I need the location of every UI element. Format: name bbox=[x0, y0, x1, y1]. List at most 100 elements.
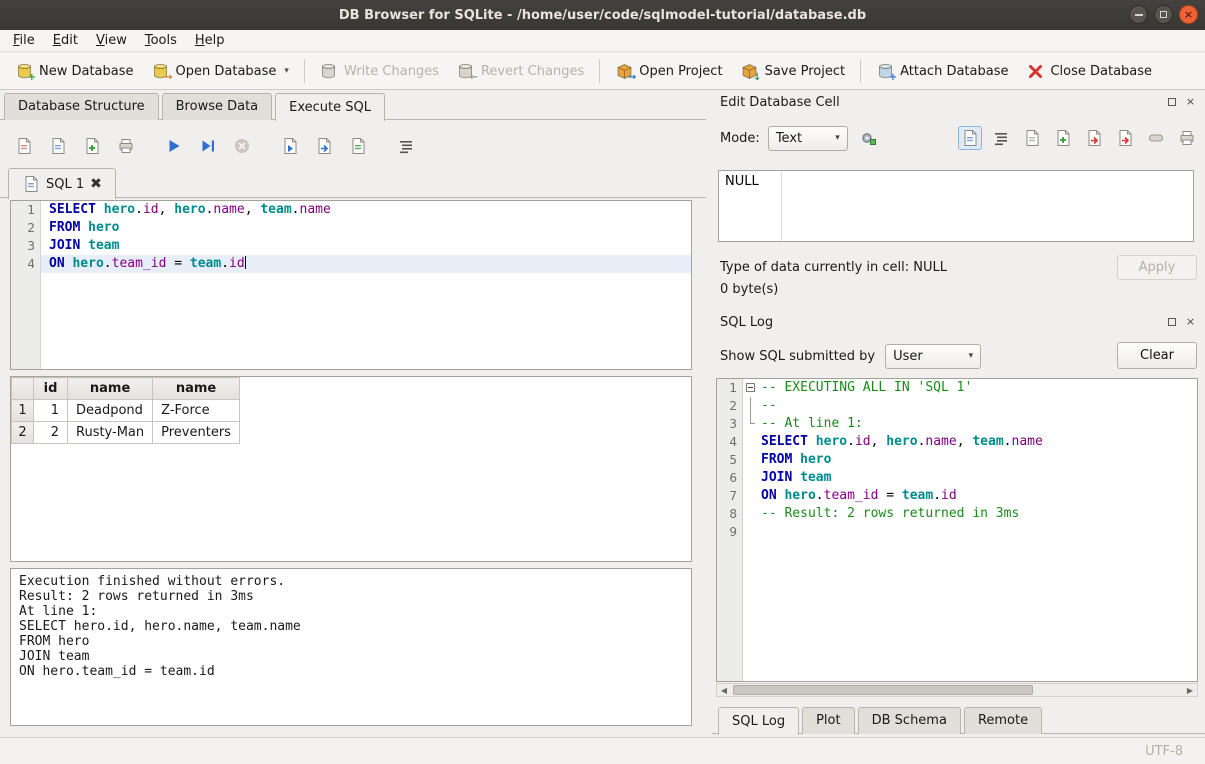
row-header[interactable]: 1 bbox=[12, 400, 34, 422]
print-sql-button[interactable] bbox=[112, 133, 140, 159]
save-project-button[interactable]: ↓Save Project bbox=[732, 57, 855, 85]
tab-database-structure[interactable]: Database Structure bbox=[4, 93, 159, 120]
tab-execute-sql[interactable]: Execute SQL bbox=[275, 93, 385, 121]
save-sql-file-button[interactable] bbox=[44, 133, 72, 159]
dock-tab-plot[interactable]: Plot bbox=[802, 707, 855, 734]
edit-cell-header: Edit Database Cell bbox=[720, 92, 840, 112]
row-header[interactable]: 2 bbox=[12, 422, 34, 444]
table-cell[interactable]: Rusty-Man bbox=[68, 422, 153, 444]
attach-database-button[interactable]: +Attach Database bbox=[867, 57, 1017, 85]
print-cell-button[interactable] bbox=[1175, 126, 1199, 150]
titlebar: DB Browser for SQLite - /home/user/code/… bbox=[0, 0, 1205, 30]
fold-collapse-icon[interactable] bbox=[746, 383, 755, 392]
message-line: SELECT hero.id, hero.name, team.name bbox=[19, 619, 683, 634]
menu-view[interactable]: View bbox=[87, 31, 136, 50]
scroll-right-icon[interactable]: ▶ bbox=[1183, 686, 1197, 695]
sql-tab[interactable]: SQL 1 ✖ bbox=[8, 168, 116, 199]
export-results-button[interactable] bbox=[310, 133, 338, 159]
attach-database-label: Attach Database bbox=[900, 64, 1008, 79]
execute-current-line-button[interactable] bbox=[194, 133, 222, 159]
write-changes-icon bbox=[320, 62, 338, 80]
line-number: 1 bbox=[11, 201, 41, 219]
dock-tab-db-schema[interactable]: DB Schema bbox=[858, 707, 961, 734]
cell-mode-row: Mode: Text ▾ bbox=[720, 124, 880, 152]
format-sql-button[interactable] bbox=[392, 133, 420, 159]
log-horizontal-scrollbar[interactable]: ◀ ▶ bbox=[716, 683, 1198, 697]
table-cell[interactable]: Deadpond bbox=[68, 400, 153, 422]
clear-log-button[interactable]: Clear bbox=[1117, 342, 1197, 369]
log-line: 8-- Result: 2 rows returned in 3ms bbox=[717, 505, 1197, 523]
scrollbar-thumb[interactable] bbox=[733, 685, 1033, 695]
table-cell[interactable]: Preventers bbox=[153, 422, 240, 444]
table-cell[interactable]: 1 bbox=[34, 400, 68, 422]
import-cell-data-button[interactable] bbox=[1082, 126, 1106, 150]
open-database-button[interactable]: →Open Database▾ bbox=[143, 57, 298, 85]
log-line: 7ON hero.team_id = team.id bbox=[717, 487, 1197, 505]
log-line: 1-- EXECUTING ALL IN 'SQL 1' bbox=[717, 379, 1197, 397]
set-null-button[interactable] bbox=[1144, 126, 1168, 150]
dock-tab-sql-log[interactable]: SQL Log bbox=[718, 707, 799, 735]
new-database-button[interactable]: +New Database bbox=[6, 57, 143, 85]
copy-cell-button[interactable] bbox=[1020, 126, 1044, 150]
save-sql-file-as-button[interactable] bbox=[78, 133, 106, 159]
sql-editor[interactable]: 1SELECT hero.id, hero.name, team.name2FR… bbox=[10, 200, 692, 370]
column-header[interactable]: id bbox=[34, 378, 68, 400]
tab-browse-data[interactable]: Browse Data bbox=[162, 93, 273, 120]
close-dock-icon[interactable]: × bbox=[1184, 95, 1197, 108]
close-dock-icon[interactable]: × bbox=[1184, 315, 1197, 328]
execute-selection-button[interactable] bbox=[276, 133, 304, 159]
word-wrap-button[interactable] bbox=[989, 126, 1013, 150]
table-cell[interactable]: 2 bbox=[34, 422, 68, 444]
bottom-tab-bar: SQL LogPlotDB SchemaRemote bbox=[718, 706, 1045, 734]
close-database-icon bbox=[1026, 62, 1044, 80]
menu-tools[interactable]: Tools bbox=[136, 31, 186, 50]
execution-messages[interactable]: Execution finished without errors.Result… bbox=[10, 568, 692, 726]
close-database-button[interactable]: Close Database bbox=[1017, 57, 1161, 85]
menu-file[interactable]: File bbox=[4, 31, 44, 50]
cell-value-editor[interactable]: NULL bbox=[718, 170, 1194, 242]
open-sql-file-icon bbox=[15, 137, 33, 155]
close-button[interactable]: × bbox=[1179, 5, 1198, 24]
menu-help[interactable]: Help bbox=[186, 31, 234, 50]
open-sql-file-button[interactable] bbox=[10, 133, 38, 159]
minimize-button[interactable] bbox=[1129, 5, 1148, 24]
column-header[interactable]: name bbox=[68, 378, 153, 400]
maximize-button[interactable] bbox=[1154, 5, 1173, 24]
close-tab-icon[interactable]: ✖ bbox=[90, 177, 102, 191]
sql-tab-label: SQL 1 bbox=[46, 177, 84, 192]
message-line: ON hero.team_id = team.id bbox=[19, 664, 683, 679]
log-lines: 1-- EXECUTING ALL IN 'SQL 1'2--3-- At li… bbox=[717, 379, 1197, 541]
chevron-down-icon[interactable]: ▾ bbox=[284, 66, 289, 76]
sql-file-icon bbox=[22, 175, 40, 193]
execute-all-button[interactable] bbox=[160, 133, 188, 159]
cell-size-label: 0 byte(s) bbox=[720, 282, 778, 297]
stop-execution-button bbox=[228, 133, 256, 159]
line-number: 7 bbox=[717, 487, 743, 505]
column-header[interactable]: name bbox=[153, 378, 240, 400]
mode-combobox[interactable]: Text ▾ bbox=[768, 126, 848, 151]
text-mode-button[interactable] bbox=[958, 126, 982, 150]
fold-column bbox=[743, 433, 759, 451]
paste-cell-button[interactable] bbox=[1051, 126, 1075, 150]
table-row: 22Rusty-ManPreventers bbox=[12, 422, 240, 444]
float-dock-icon[interactable] bbox=[1165, 95, 1178, 108]
dock-tab-remote[interactable]: Remote bbox=[964, 707, 1042, 734]
import-in-cell-button[interactable] bbox=[856, 126, 880, 150]
scroll-left-icon[interactable]: ◀ bbox=[717, 686, 731, 695]
table-cell[interactable]: Z-Force bbox=[153, 400, 240, 422]
sql-log-header: SQL Log bbox=[720, 312, 773, 332]
open-database-icon: → bbox=[152, 62, 170, 80]
log-line: 9 bbox=[717, 523, 1197, 541]
find-replace-button[interactable] bbox=[344, 133, 372, 159]
open-project-button[interactable]: →Open Project bbox=[606, 57, 731, 85]
edit-cell-dock-buttons: × bbox=[1165, 95, 1197, 108]
log-filter-combobox[interactable]: User ▾ bbox=[885, 344, 981, 369]
menu-edit[interactable]: Edit bbox=[44, 31, 87, 50]
message-line: JOIN team bbox=[19, 649, 683, 664]
export-cell-data-button[interactable] bbox=[1113, 126, 1137, 150]
float-dock-icon[interactable] bbox=[1165, 315, 1178, 328]
sql-log-view[interactable]: 1-- EXECUTING ALL IN 'SQL 1'2--3-- At li… bbox=[716, 378, 1198, 682]
code-line-content: FROM hero bbox=[759, 451, 1197, 469]
code-line-content: SELECT hero.id, hero.name, team.name bbox=[759, 433, 1197, 451]
editor-line: 4ON hero.team_id = team.id bbox=[11, 255, 691, 273]
